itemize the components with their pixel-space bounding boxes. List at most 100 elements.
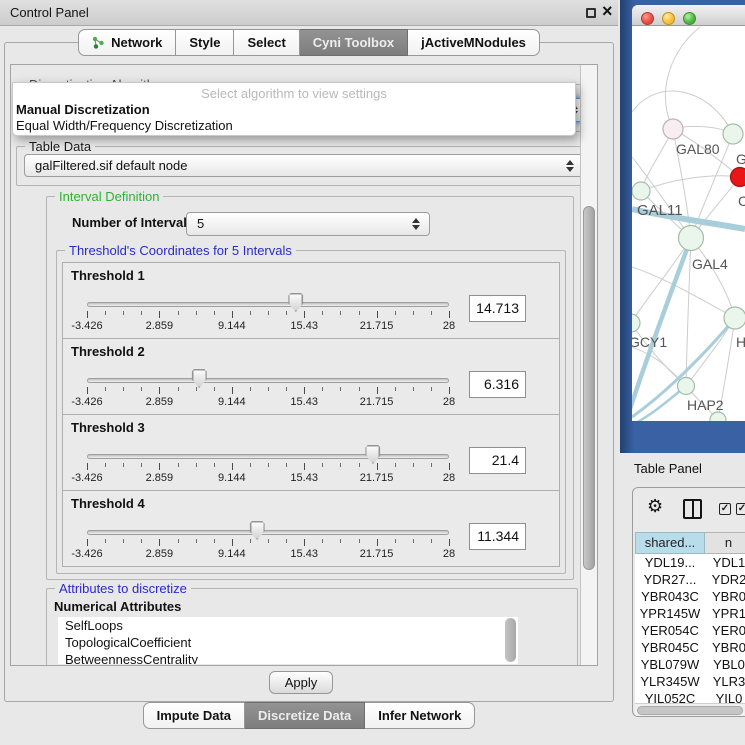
numerical-attributes-label: Numerical Attributes (54, 599, 181, 614)
slider-tick-label: 15.43 (278, 548, 330, 560)
table-cell: YBL0 (705, 656, 745, 673)
tab-network[interactable]: Network (78, 29, 176, 56)
threshold-slider-thumb[interactable] (250, 521, 265, 540)
threshold-row: Threshold 2-3.4262.8599.14415.4321.71528… (62, 338, 560, 415)
checkbox-icon[interactable]: ✓ (719, 503, 731, 515)
table-panel-title: Table Panel (634, 461, 702, 476)
slider-tick-label: 2.859 (133, 320, 185, 332)
slider-ticks (87, 463, 451, 471)
slider-tick-label: 21.715 (351, 472, 403, 484)
table-row[interactable]: YLR345WYLR3 (635, 673, 745, 690)
zoom-traffic-light-icon[interactable] (683, 12, 696, 25)
network-node-selected-red (731, 168, 745, 187)
network-canvas[interactable]: GAL80 GA C GAL11 GAL4 GCY1 H HAP2 (632, 27, 745, 421)
tab-infer-network[interactable]: Infer Network (365, 702, 475, 729)
numerical-attribute-item[interactable]: TopologicalCoefficient (58, 634, 518, 651)
threshold-slider-track[interactable] (87, 454, 449, 459)
gear-icon[interactable]: ⚙ (647, 496, 663, 517)
spinner-arrows-icon (412, 218, 420, 230)
threshold-slider-track[interactable] (87, 530, 449, 535)
table-cell: YDR2 (705, 571, 745, 588)
slider-ticks (87, 539, 451, 547)
network-nodes[interactable] (632, 119, 745, 421)
column-header-name[interactable]: n (705, 532, 745, 554)
control-panel-titlebar: Control Panel × (0, 0, 618, 26)
threshold-slider-track[interactable] (87, 302, 449, 307)
tab-label: Discretize Data (258, 708, 351, 723)
slider-tick-label: 21.715 (351, 548, 403, 560)
list-scrollbar[interactable] (505, 618, 516, 662)
slider-tick-label: 28 (423, 396, 475, 408)
slider-tick-label: 2.859 (133, 472, 185, 484)
table-cell: YPR1 (705, 605, 745, 622)
tab-impute-data[interactable]: Impute Data (143, 702, 245, 729)
dropdown-option-manual-discretization[interactable]: Manual Discretization (16, 102, 150, 117)
slider-tick-label: 15.43 (278, 396, 330, 408)
window-title: Control Panel (10, 5, 89, 20)
table-hscrollbar-thumb[interactable] (637, 706, 743, 715)
tab-label: Style (189, 35, 220, 50)
table-cell: YBR0 (705, 639, 745, 656)
numerical-attribute-item[interactable]: SelfLoops (58, 617, 518, 634)
tab-style[interactable]: Style (176, 29, 234, 56)
table-row[interactable]: YIL052CYIL0 (635, 690, 745, 703)
threshold-slider-track[interactable] (87, 378, 449, 383)
spinner-arrows-icon (566, 160, 574, 172)
network-node-right-top (723, 124, 743, 144)
float-window-icon[interactable] (586, 8, 596, 18)
network-node-gcy1 (632, 314, 640, 332)
number-of-intervals-combobox[interactable]: 5 (186, 212, 430, 236)
table-row[interactable]: YDL19...YDL1 (635, 554, 745, 571)
threshold-value-input[interactable]: 14.713 (469, 295, 526, 322)
table-row[interactable]: YPR145WYPR1 (635, 605, 745, 622)
checkbox-icon[interactable]: ✓ (736, 503, 745, 515)
list-items: SelfLoopsTopologicalCoefficientBetweenne… (58, 617, 518, 664)
table-row[interactable]: YBL079WYBL0 (635, 656, 745, 673)
threshold-value-input[interactable]: 21.4 (469, 447, 526, 474)
close-icon[interactable]: × (602, 1, 613, 22)
column-header-shared[interactable]: shared... (635, 532, 705, 554)
slider-tick-label: 2.859 (133, 396, 185, 408)
apply-button[interactable]: Apply (269, 671, 333, 694)
tab-select[interactable]: Select (234, 29, 299, 56)
group-title: Attributes to discretize (55, 581, 191, 596)
table-row[interactable]: YER054CYER0 (635, 622, 745, 639)
table-cell: YLR3 (705, 673, 745, 690)
slider-tick-label: 9.144 (206, 472, 258, 484)
slider-ticks (87, 311, 451, 319)
table-cell: YBL079W (635, 656, 705, 673)
tab-label: Select (247, 35, 285, 50)
threshold-slider-thumb[interactable] (192, 369, 207, 388)
table-row[interactable]: YBR045CYBR0 (635, 639, 745, 656)
table-cell: YIL0 (705, 690, 745, 703)
column-layout-icon[interactable] (683, 499, 702, 519)
scrollbar-thumb[interactable] (583, 206, 595, 570)
slider-tick-label: -3.426 (61, 472, 113, 484)
slider-tick-label: -3.426 (61, 548, 113, 560)
network-node-gal80 (663, 119, 683, 139)
table-cell: YIL052C (635, 690, 705, 703)
threshold-slider-thumb[interactable] (365, 445, 380, 464)
table-hscrollbar-track[interactable] (635, 703, 745, 716)
slider-tick-label: -3.426 (61, 320, 113, 332)
numerical-attribute-item[interactable]: BetweennessCentrality (58, 651, 518, 664)
group-title: Threshold's Coordinates for 5 Intervals (65, 243, 296, 258)
threshold-value-input[interactable]: 6.316 (469, 371, 526, 398)
threshold-value-input[interactable]: 11.344 (469, 523, 526, 550)
minimize-traffic-light-icon[interactable] (662, 12, 675, 25)
table-header: shared... n (635, 532, 745, 554)
slider-ticks (87, 387, 451, 395)
table-row[interactable]: YDR27...YDR2 (635, 571, 745, 588)
numerical-attributes-list[interactable]: SelfLoopsTopologicalCoefficientBetweenne… (58, 617, 518, 664)
tab-discretize-data[interactable]: Discretize Data (245, 702, 365, 729)
close-traffic-light-icon[interactable] (641, 12, 654, 25)
table-row[interactable]: YBR043CYBR0 (635, 588, 745, 605)
tab-label: jActiveMNodules (421, 35, 526, 50)
tab-cyni-toolbox[interactable]: Cyni Toolbox (300, 29, 408, 56)
table-data-combobox[interactable]: galFiltered.sif default node (24, 154, 584, 177)
tab-jactivemnodules[interactable]: jActiveMNodules (408, 29, 540, 56)
threshold-slider-thumb[interactable] (288, 293, 303, 312)
tab-label: Impute Data (157, 708, 231, 723)
dropdown-option-equal-width-frequency[interactable]: Equal Width/Frequency Discretization (16, 118, 233, 133)
table-panel: ⚙ ✓ ✓ shared... n YDL19...YDL1YDR27...YD… (632, 487, 745, 717)
